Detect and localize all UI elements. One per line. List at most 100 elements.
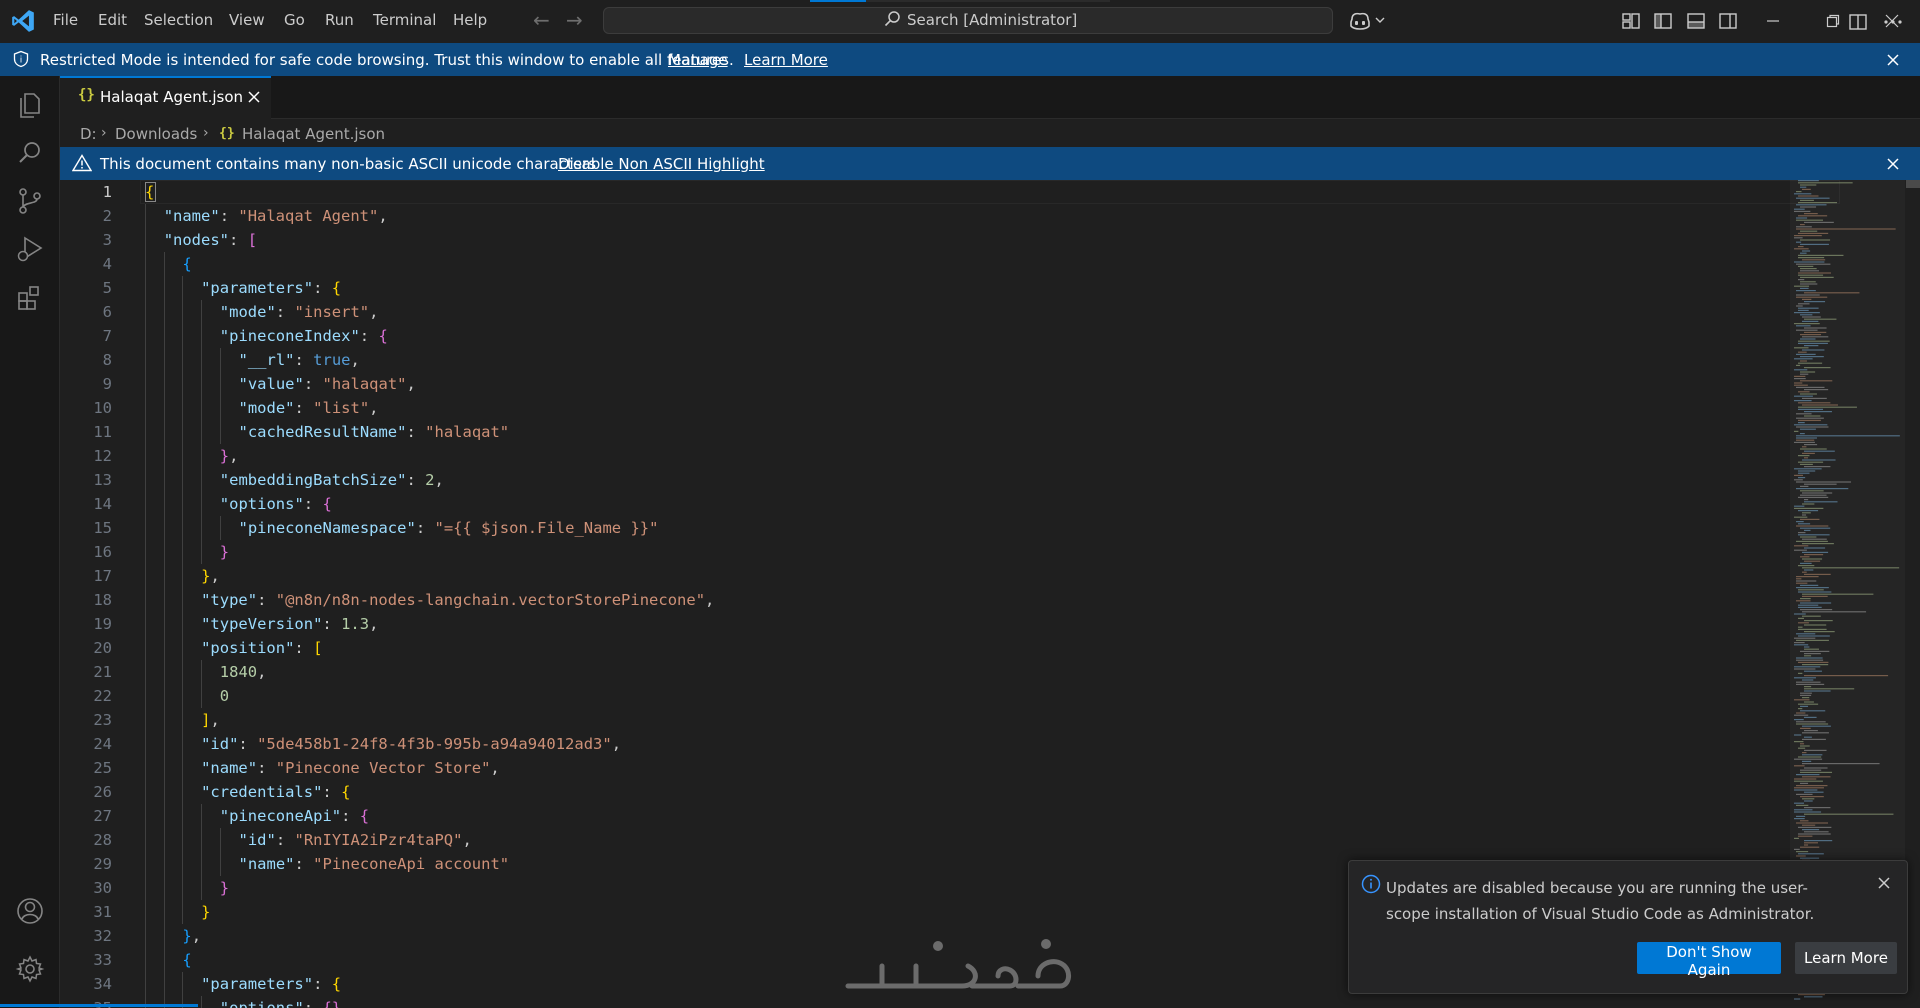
close-icon[interactable]: [1876, 875, 1892, 891]
menu-run[interactable]: Run: [325, 11, 354, 29]
minimap-line: [1804, 411, 1832, 413]
minimap-line: [1800, 338, 1816, 340]
minimap-line: [1796, 437, 1817, 439]
minimap-line: [1794, 637, 1816, 639]
line-number: 8: [102, 351, 112, 369]
close-icon[interactable]: [1884, 155, 1902, 173]
minimap-line: [1798, 853, 1824, 855]
code-text: "name": "Halaqat Agent",: [164, 204, 388, 228]
run-debug-icon[interactable]: [13, 232, 47, 266]
breadcrumb-folder[interactable]: Downloads: [115, 125, 197, 143]
customize-layout-icon[interactable]: [1621, 11, 1641, 31]
menu-selection[interactable]: Selection: [144, 11, 213, 29]
extensions-icon[interactable]: [13, 280, 47, 314]
split-editor-icon[interactable]: [1848, 12, 1868, 32]
minimize-icon[interactable]: [1761, 9, 1785, 33]
minimap-line: [1802, 259, 1826, 261]
code-line: 11 "cachedResultName": "halaqat": [60, 420, 1780, 444]
minimap-line: [1804, 730, 1818, 732]
minimap-line: [1802, 611, 1867, 613]
minimap-line: [1804, 213, 1818, 215]
copilot-icon[interactable]: [1348, 10, 1372, 32]
line-number: 12: [93, 447, 112, 465]
code-token: "cachedResultName": [238, 423, 407, 441]
toggle-primary-sidebar-icon[interactable]: [1653, 11, 1673, 31]
code-line: 1{: [60, 180, 1780, 204]
minimap-line: [1804, 501, 1838, 503]
more-actions-icon[interactable]: [1882, 12, 1904, 32]
minimap-line: [1794, 789, 1818, 791]
minimap-line: [1800, 393, 1817, 395]
minimap-line: [1796, 488, 1849, 490]
menu-help[interactable]: Help: [453, 11, 487, 29]
minimap-line: [1798, 180, 1819, 182]
minimap-line: [1796, 217, 1808, 219]
breadcrumb-drive[interactable]: D:: [80, 125, 97, 143]
minimap-line: [1800, 692, 1812, 694]
arrow-right-icon[interactable]: →: [566, 8, 583, 32]
minimap-line: [1804, 840, 1833, 842]
source-control-icon[interactable]: [13, 184, 47, 218]
scrollbar-thumb[interactable]: [1906, 180, 1920, 188]
warning-icon: [72, 154, 92, 172]
code-text: },: [201, 564, 220, 588]
minimap-line: [1794, 837, 1799, 839]
minimap-line: [1796, 325, 1811, 327]
minimap-line: [1794, 237, 1803, 239]
menu-file[interactable]: File: [53, 11, 78, 29]
learn-more-link[interactable]: Learn More: [744, 51, 828, 69]
code-text: {: [145, 180, 154, 204]
accounts-icon[interactable]: [13, 894, 47, 928]
toggle-panel-icon[interactable]: [1686, 11, 1706, 31]
minimap-line: [1796, 721, 1826, 723]
minimap-line: [1800, 694, 1812, 696]
chevron-down-icon[interactable]: [1374, 14, 1386, 26]
menu-terminal[interactable]: Terminal: [373, 11, 436, 29]
code-token: :: [294, 399, 314, 417]
minimap-line: [1798, 309, 1809, 311]
restricted-mode-message: Restricted Mode is intended for safe cod…: [40, 51, 734, 69]
arrow-left-icon[interactable]: ←: [533, 8, 550, 32]
menu-edit[interactable]: Edit: [98, 11, 127, 29]
minimap-line: [1802, 404, 1838, 406]
code-text: "pineconeIndex": {: [220, 324, 388, 348]
minimap-line: [1794, 644, 1809, 646]
menu-go[interactable]: Go: [284, 11, 305, 29]
menu-view[interactable]: View: [229, 11, 265, 29]
minimap-line: [1796, 657, 1823, 659]
code-token: "id": [238, 831, 276, 849]
close-icon[interactable]: [1884, 51, 1902, 69]
minimap-line: [1800, 820, 1809, 822]
code-token: :: [322, 615, 342, 633]
minimap-line: [1804, 655, 1812, 657]
code-text: "mode": "list",: [239, 396, 379, 420]
minimap-line: [1804, 554, 1824, 556]
minimap-line: [1802, 754, 1823, 756]
minimap-line: [1798, 362, 1823, 364]
minimap-line: [1798, 272, 1832, 274]
minimap-line: [1794, 507, 1824, 509]
settings-gear-icon[interactable]: [13, 952, 47, 986]
minimap-line: [1798, 835, 1813, 837]
disable-non-ascii-link[interactable]: Disable Non ASCII Highlight: [558, 155, 765, 173]
minimap-line: [1802, 459, 1836, 461]
explorer-icon[interactable]: [13, 88, 47, 122]
code-token: "embeddingBatchSize": [219, 471, 407, 489]
manage-link[interactable]: Manage: [668, 51, 728, 69]
tab-halaqat-agent-json[interactable]: {} Halaqat Agent.json: [60, 76, 271, 119]
code-token: "Halaqat Agent": [238, 207, 379, 225]
progress-indicator: [0, 1004, 198, 1007]
minimap-line: [1800, 186, 1807, 188]
line-number: 33: [93, 951, 112, 969]
learn-more-button[interactable]: Learn More: [1795, 942, 1897, 974]
minimap-line: [1804, 450, 1835, 452]
restore-icon[interactable]: [1821, 9, 1845, 33]
minimap-line: [1794, 384, 1808, 386]
minimap-line: [1804, 813, 1894, 815]
search-icon[interactable]: [13, 136, 47, 170]
close-icon[interactable]: [246, 89, 262, 105]
breadcrumb-file[interactable]: Halaqat Agent.json: [242, 125, 385, 143]
dont-show-again-button[interactable]: Don't Show Again: [1637, 942, 1781, 979]
toggle-secondary-sidebar-icon[interactable]: [1718, 11, 1738, 31]
minimap-line: [1804, 547, 1826, 549]
